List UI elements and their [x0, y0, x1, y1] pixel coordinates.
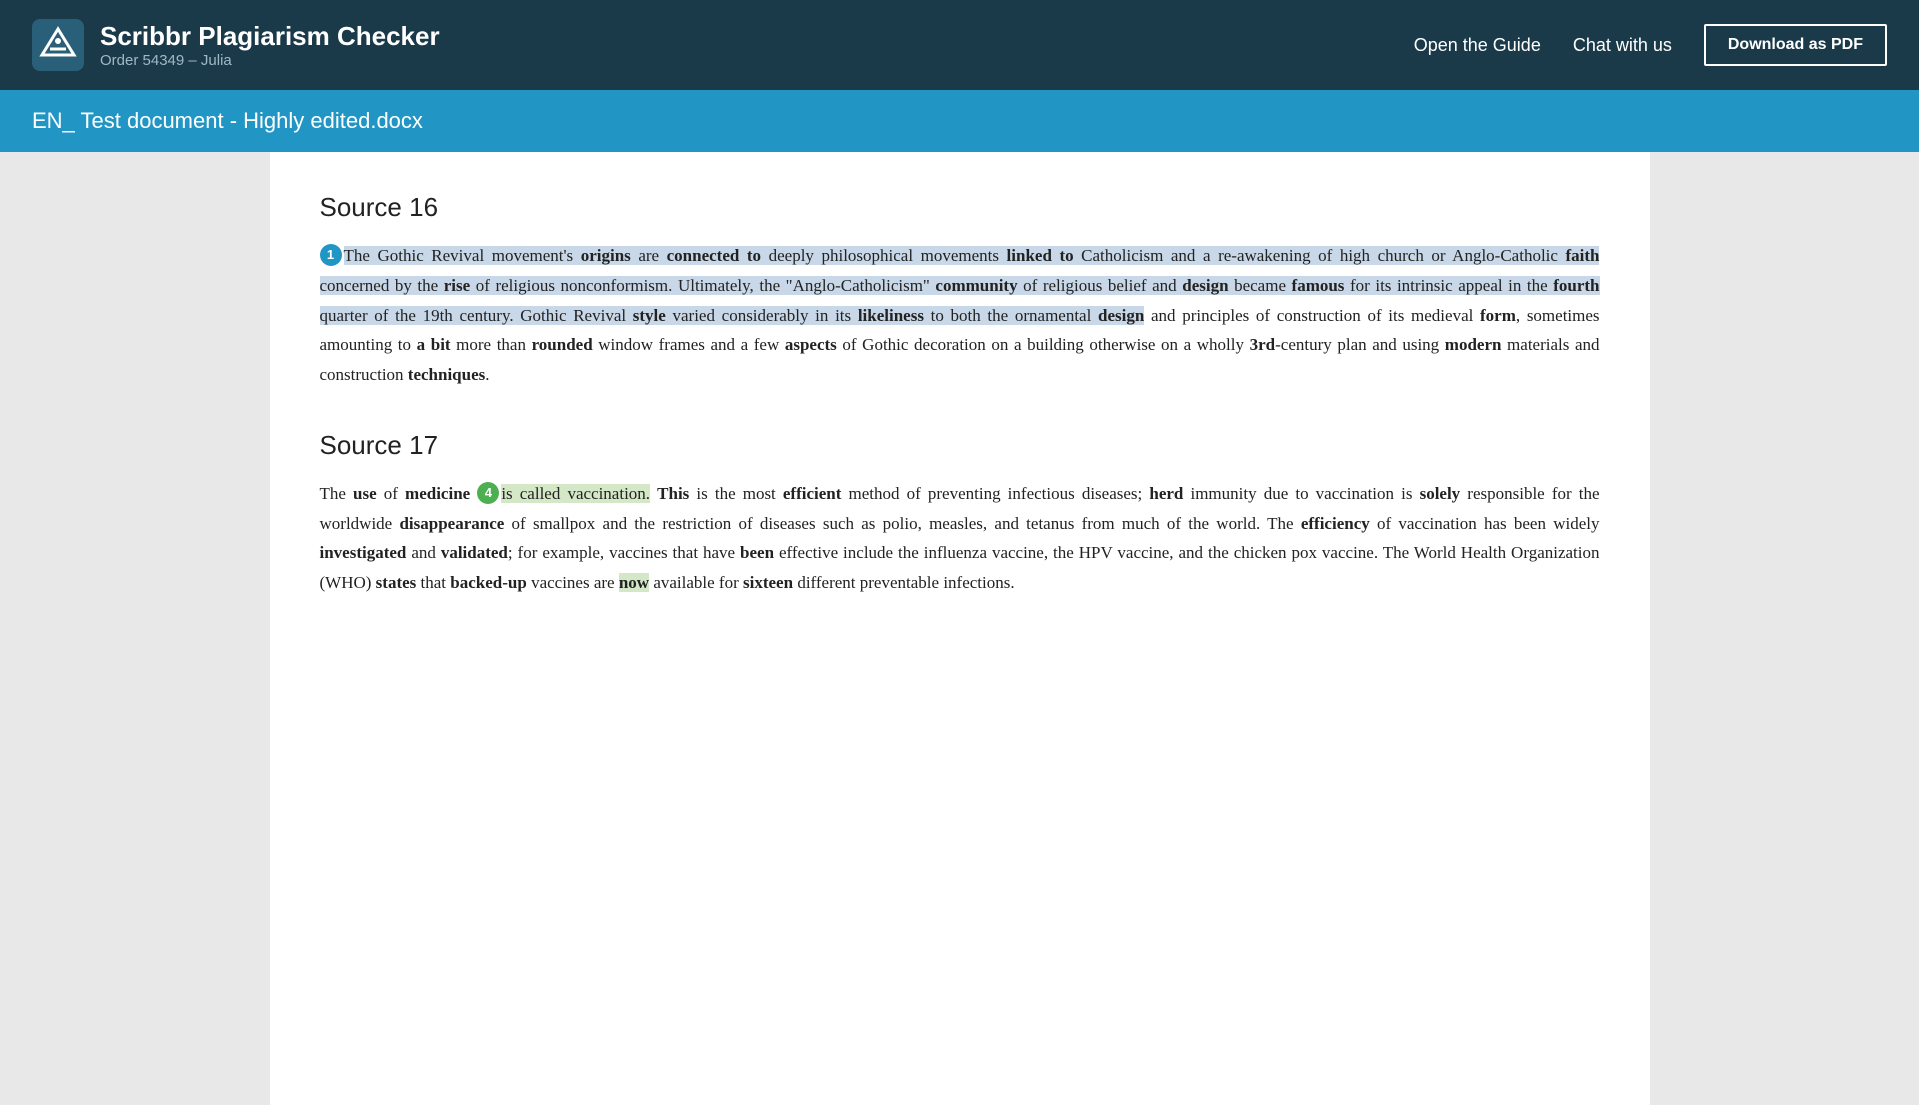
annotation-bubble-1[interactable]: 1 — [320, 244, 342, 266]
left-sidebar — [0, 152, 30, 1105]
order-subtitle: Order 54349 – Julia — [100, 52, 440, 69]
source-16-heading: Source 16 — [320, 192, 1600, 223]
app-header: Scribbr Plagiarism Checker Order 54349 –… — [0, 0, 1919, 90]
annotation-bubble-4[interactable]: 4 — [477, 482, 499, 504]
right-sidebar — [1889, 152, 1919, 1105]
header-title-group: Scribbr Plagiarism Checker Order 54349 –… — [100, 21, 440, 69]
source-16-paragraph: 1The Gothic Revival movement's origins a… — [320, 241, 1600, 390]
app-title: Scribbr Plagiarism Checker — [100, 21, 440, 52]
doc-title-bar: EN_ Test document - Highly edited.docx — [0, 90, 1919, 152]
source-17-text-highlight-2: now — [619, 573, 649, 592]
chat-with-us-link[interactable]: Chat with us — [1573, 35, 1672, 56]
source-17-section: Source 17 The use of medicine 4is called… — [320, 430, 1600, 598]
source-17-text-highlight-1: is called vaccination. — [501, 484, 650, 503]
source-17-paragraph: The use of medicine 4is called vaccinati… — [320, 479, 1600, 598]
open-guide-link[interactable]: Open the Guide — [1414, 35, 1541, 56]
source-16-section: Source 16 1The Gothic Revival movement's… — [320, 192, 1600, 390]
header-left: Scribbr Plagiarism Checker Order 54349 –… — [32, 19, 440, 71]
download-pdf-button[interactable]: Download as PDF — [1704, 24, 1887, 66]
source-16-text-highlight: The Gothic Revival movement's origins ar… — [320, 246, 1600, 325]
scribbr-logo-icon — [32, 19, 84, 71]
source-17-heading: Source 17 — [320, 430, 1600, 461]
document-area: Source 16 1The Gothic Revival movement's… — [270, 152, 1650, 1105]
header-right: Open the Guide Chat with us Download as … — [1414, 24, 1887, 66]
main-content: Source 16 1The Gothic Revival movement's… — [0, 152, 1919, 1105]
doc-title: EN_ Test document - Highly edited.docx — [32, 108, 423, 133]
